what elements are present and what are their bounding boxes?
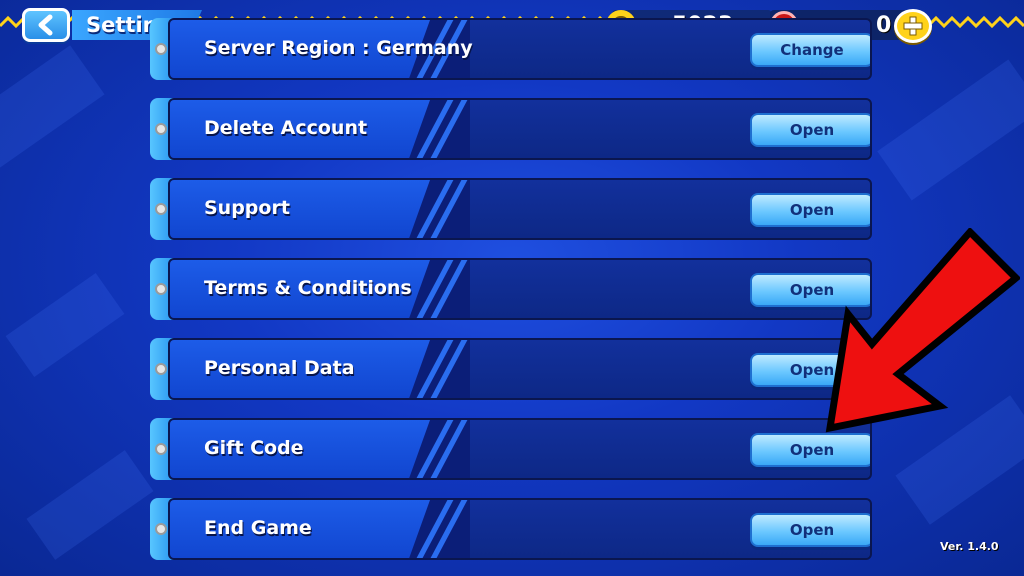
back-button[interactable]	[22, 8, 70, 42]
row-panel: End Game Open	[168, 498, 872, 560]
row-bullet	[155, 203, 167, 215]
row-bullet	[155, 283, 167, 295]
row-label: Server Region : Germany	[204, 37, 473, 59]
row-label: Gift Code	[204, 437, 304, 459]
row-bullet	[155, 43, 167, 55]
settings-row-server-region: Server Region : Germany Change	[150, 18, 872, 80]
row-label: Personal Data	[204, 357, 355, 379]
settings-row-gift-code: Gift Code Open	[150, 418, 872, 480]
row-label: End Game	[204, 517, 312, 539]
settings-row-terms: Terms & Conditions Open	[150, 258, 872, 320]
settings-row-support: Support Open	[150, 178, 872, 240]
settings-row-personal-data: Personal Data Open	[150, 338, 872, 400]
change-button[interactable]: Change	[750, 33, 870, 67]
row-panel: Terms & Conditions Open	[168, 258, 872, 320]
row-panel: Support Open	[168, 178, 872, 240]
open-button[interactable]: Open	[750, 513, 870, 547]
open-button[interactable]: Open	[750, 433, 870, 467]
row-panel: Delete Account Open	[168, 98, 872, 160]
row-panel: Personal Data Open	[168, 338, 872, 400]
chevron-left-icon	[38, 14, 53, 36]
open-button[interactable]: Open	[750, 193, 870, 227]
red-arrow-annotation	[825, 228, 1020, 433]
row-bullet	[155, 443, 167, 455]
row-label: Terms & Conditions	[204, 277, 412, 299]
settings-row-end-game: End Game Open	[150, 498, 872, 560]
row-label: Delete Account	[204, 117, 368, 139]
version-label: Ver. 1.4.0	[940, 540, 999, 553]
red-ring-count: 0	[876, 13, 892, 38]
add-currency-button[interactable]	[894, 9, 932, 43]
row-bullet	[155, 363, 167, 375]
row-bullet	[155, 123, 167, 135]
row-panel: Server Region : Germany Change	[168, 18, 872, 80]
open-button[interactable]: Open	[750, 113, 870, 147]
row-bullet	[155, 523, 167, 535]
row-panel: Gift Code Open	[168, 418, 872, 480]
row-label: Support	[204, 197, 290, 219]
settings-row-delete-account: Delete Account Open	[150, 98, 872, 160]
plus-icon	[903, 16, 923, 36]
